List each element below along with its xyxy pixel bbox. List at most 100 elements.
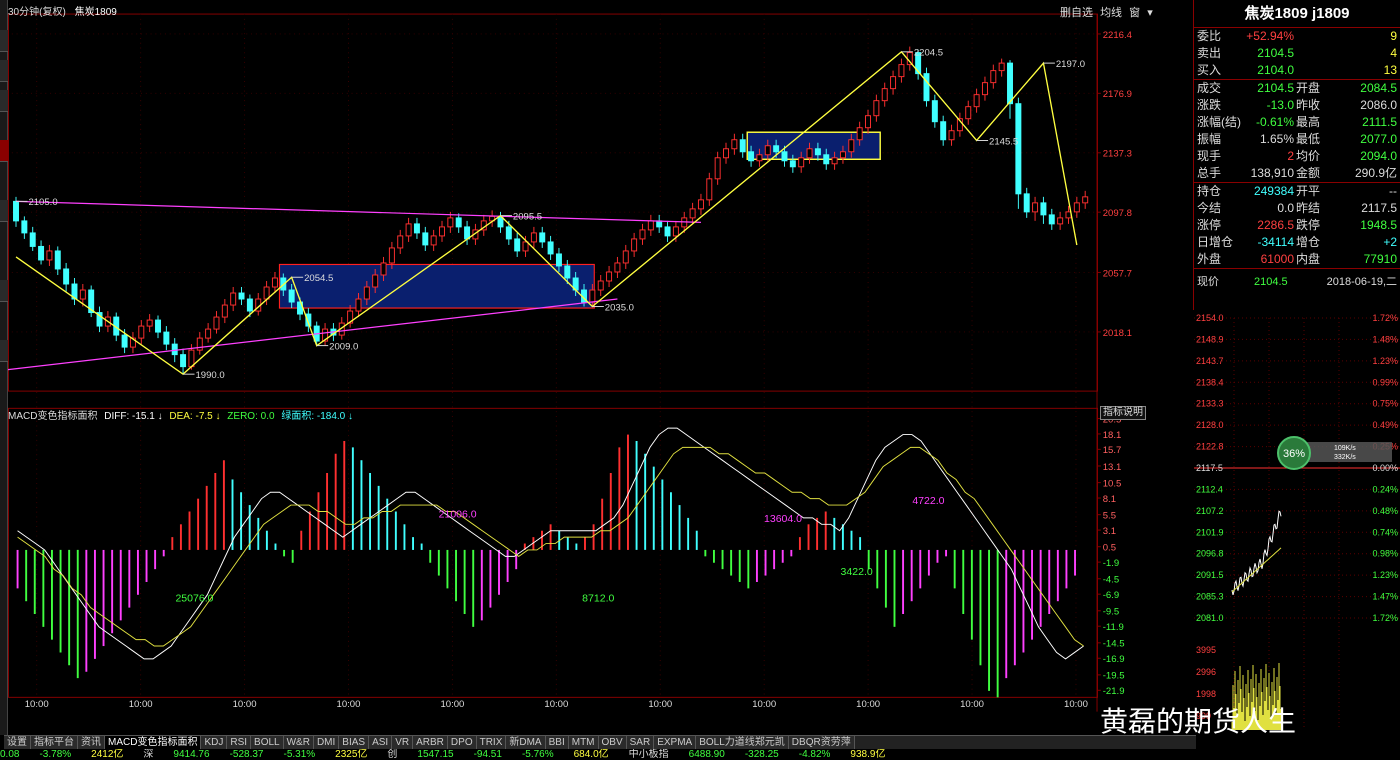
candle-body bbox=[464, 226, 471, 240]
price-annotation: 2204.5 bbox=[914, 48, 943, 59]
candle-body bbox=[163, 331, 170, 345]
macd-tick-label: -1.9 bbox=[1103, 558, 1119, 569]
mini-left-tick: 2107.2 bbox=[1196, 506, 1224, 516]
time-tick-label: 10:00 bbox=[752, 699, 776, 710]
current-price-row: 现价 2104.5 2018-06-19,二 bbox=[1194, 269, 1400, 295]
macd-tick-label: 5.5 bbox=[1103, 511, 1116, 522]
indicator-tab[interactable]: ASI bbox=[369, 736, 393, 749]
side-tab[interactable] bbox=[0, 280, 8, 302]
indicator-tab[interactable]: W&R bbox=[283, 736, 314, 749]
candle-body bbox=[614, 262, 621, 273]
macd-tick-label: 0.5 bbox=[1103, 543, 1116, 554]
indicator-tab[interactable]: BBI bbox=[545, 736, 569, 749]
order-book: 委比 +52.94% 9 卖出 2104.5 4 买入 2104.0 13 bbox=[1194, 28, 1400, 79]
side-tab[interactable] bbox=[0, 90, 8, 112]
ticker-item: 6488.90 bbox=[688, 749, 725, 760]
indicator-tab[interactable]: VR bbox=[392, 736, 414, 749]
mini-left-tick: 2148.9 bbox=[1196, 334, 1224, 344]
candle-body bbox=[455, 217, 462, 228]
mini-left-tick: 2138.4 bbox=[1196, 377, 1224, 387]
candle-body bbox=[405, 223, 412, 237]
time-tick-label: 10:00 bbox=[544, 699, 568, 710]
quote-row: 卖出 2104.5 4 bbox=[1194, 45, 1400, 62]
candle-body bbox=[439, 226, 445, 237]
indicator-tab[interactable]: ARBR bbox=[413, 736, 448, 749]
side-tab[interactable] bbox=[0, 60, 8, 82]
chevron-down-icon[interactable]: ▾ bbox=[1147, 7, 1153, 19]
mini-left-tick: 2117.5 bbox=[1196, 463, 1223, 473]
indicator-tab[interactable]: BOLL bbox=[251, 736, 284, 749]
quote-value: 2286.5 bbox=[1257, 218, 1294, 232]
side-tab[interactable] bbox=[0, 200, 8, 222]
quote-key: 总手 bbox=[1197, 166, 1222, 180]
indicator-tab[interactable]: 新DMA bbox=[506, 736, 546, 749]
macd-title[interactable]: MACD变色指标面积 bbox=[8, 411, 97, 422]
indicator-tab[interactable]: MACD变色指标面积 bbox=[105, 736, 202, 749]
macd-tick-label: -9.5 bbox=[1103, 607, 1119, 618]
quote-value-2: 4 bbox=[1390, 46, 1397, 60]
intraday-mini-chart[interactable]: 2154.0 1.72% 2148.9 1.48% 2143.7 1.23% 2138.4 0… bbox=[1194, 310, 1400, 735]
quote-value: 249384 bbox=[1253, 184, 1294, 198]
macd-tick-label: -11.9 bbox=[1103, 622, 1124, 633]
quote-value: 138,910 bbox=[1250, 166, 1294, 180]
quote-row: 涨停 2286.5 跌停 1948.5 bbox=[1194, 217, 1400, 234]
index-ticker: 0.08 -3.78% 2412亿 深 9414.76 -528.37 -5.31% 2325… bbox=[0, 749, 1400, 760]
indicator-tab[interactable]: BOLL力道线郑元凯 bbox=[696, 736, 789, 749]
time-tick-label: 10:00 bbox=[856, 699, 880, 710]
quote-key: 涨幅(结) bbox=[1197, 115, 1241, 129]
side-tab-active[interactable] bbox=[0, 140, 8, 162]
quote-key-2: 开盘 bbox=[1296, 81, 1321, 95]
candle-body bbox=[898, 64, 905, 78]
indicator-tab[interactable]: MTM bbox=[568, 736, 599, 749]
quote-row: 今结 0.0 昨结 2117.5 bbox=[1194, 200, 1400, 217]
candle-body bbox=[672, 226, 679, 237]
indicator-tab[interactable]: OBV bbox=[598, 736, 627, 749]
indicator-tab[interactable]: 指标平台 bbox=[31, 736, 78, 749]
candle-body bbox=[714, 157, 721, 180]
main-chart-area[interactable]: 2216.42176.92137.32097.82057.72018.120.5… bbox=[8, 0, 1142, 720]
indicator-tab[interactable]: TRIX bbox=[476, 736, 507, 749]
indicator-tab[interactable]: 资讯 bbox=[78, 736, 105, 749]
macd-area-label: 4722.0 bbox=[912, 495, 944, 507]
mini-volume-tick: 1998 bbox=[1196, 689, 1216, 699]
indicator-tab[interactable]: DMI bbox=[313, 736, 340, 749]
price-tick-label: 2097.8 bbox=[1103, 208, 1132, 219]
indicator-tab[interactable]: EXPMA bbox=[654, 736, 697, 749]
indicator-tab[interactable]: 设置 bbox=[4, 736, 31, 749]
candle-body bbox=[873, 100, 880, 117]
candle-body bbox=[856, 127, 863, 141]
candle-body bbox=[639, 229, 646, 240]
left-side-tabs[interactable] bbox=[0, 0, 8, 735]
indicator-tab[interactable]: KDJ bbox=[201, 736, 228, 749]
resistance-trendline bbox=[15, 200, 701, 224]
ticker-item: 2412亿 bbox=[91, 749, 124, 760]
window-button[interactable]: 窗 bbox=[1129, 7, 1140, 19]
indicator-tab[interactable]: SAR bbox=[626, 736, 655, 749]
price-tick-label: 2018.1 bbox=[1103, 328, 1132, 339]
quote-key: 委比 bbox=[1197, 29, 1222, 43]
indicator-tab[interactable]: DBQR资劳萍 bbox=[788, 736, 855, 749]
side-tab[interactable] bbox=[0, 340, 8, 362]
indicator-tab[interactable]: BIAS bbox=[339, 736, 370, 749]
candle-body bbox=[138, 325, 145, 339]
price-annotation: 1990.0 bbox=[196, 370, 225, 381]
indicator-help-button[interactable]: 指标说明 bbox=[1100, 406, 1146, 420]
quote-grid: 成交 2104.5 开盘 2084.5 涨跌 -13.0 昨收 2086.0 涨幅(结) -0.6… bbox=[1194, 80, 1400, 182]
ticker-item: -5.31% bbox=[283, 749, 316, 760]
time-tick-label: 10:00 bbox=[1064, 699, 1088, 710]
remove-favorite-button[interactable]: 删自选 bbox=[1060, 7, 1093, 19]
side-tab[interactable] bbox=[0, 30, 8, 52]
period-label[interactable]: 30分钟(复权) bbox=[8, 7, 66, 18]
ticker-item: -5.76% bbox=[521, 749, 554, 760]
candle-body bbox=[530, 232, 537, 243]
price-annotation: 2054.5 bbox=[304, 273, 333, 284]
macd-area: 绿面积: -184.0 ↓ bbox=[281, 411, 354, 422]
indicator-tab[interactable]: DPO bbox=[447, 736, 477, 749]
candle-body bbox=[288, 289, 295, 303]
candle-body bbox=[547, 241, 554, 255]
quote-row: 涨跌 -13.0 昨收 2086.0 bbox=[1194, 97, 1400, 114]
candle-body bbox=[180, 354, 187, 368]
candle-body bbox=[155, 319, 161, 333]
indicator-tab[interactable]: RSI bbox=[227, 736, 252, 749]
ma-button[interactable]: 均线 bbox=[1100, 7, 1122, 19]
